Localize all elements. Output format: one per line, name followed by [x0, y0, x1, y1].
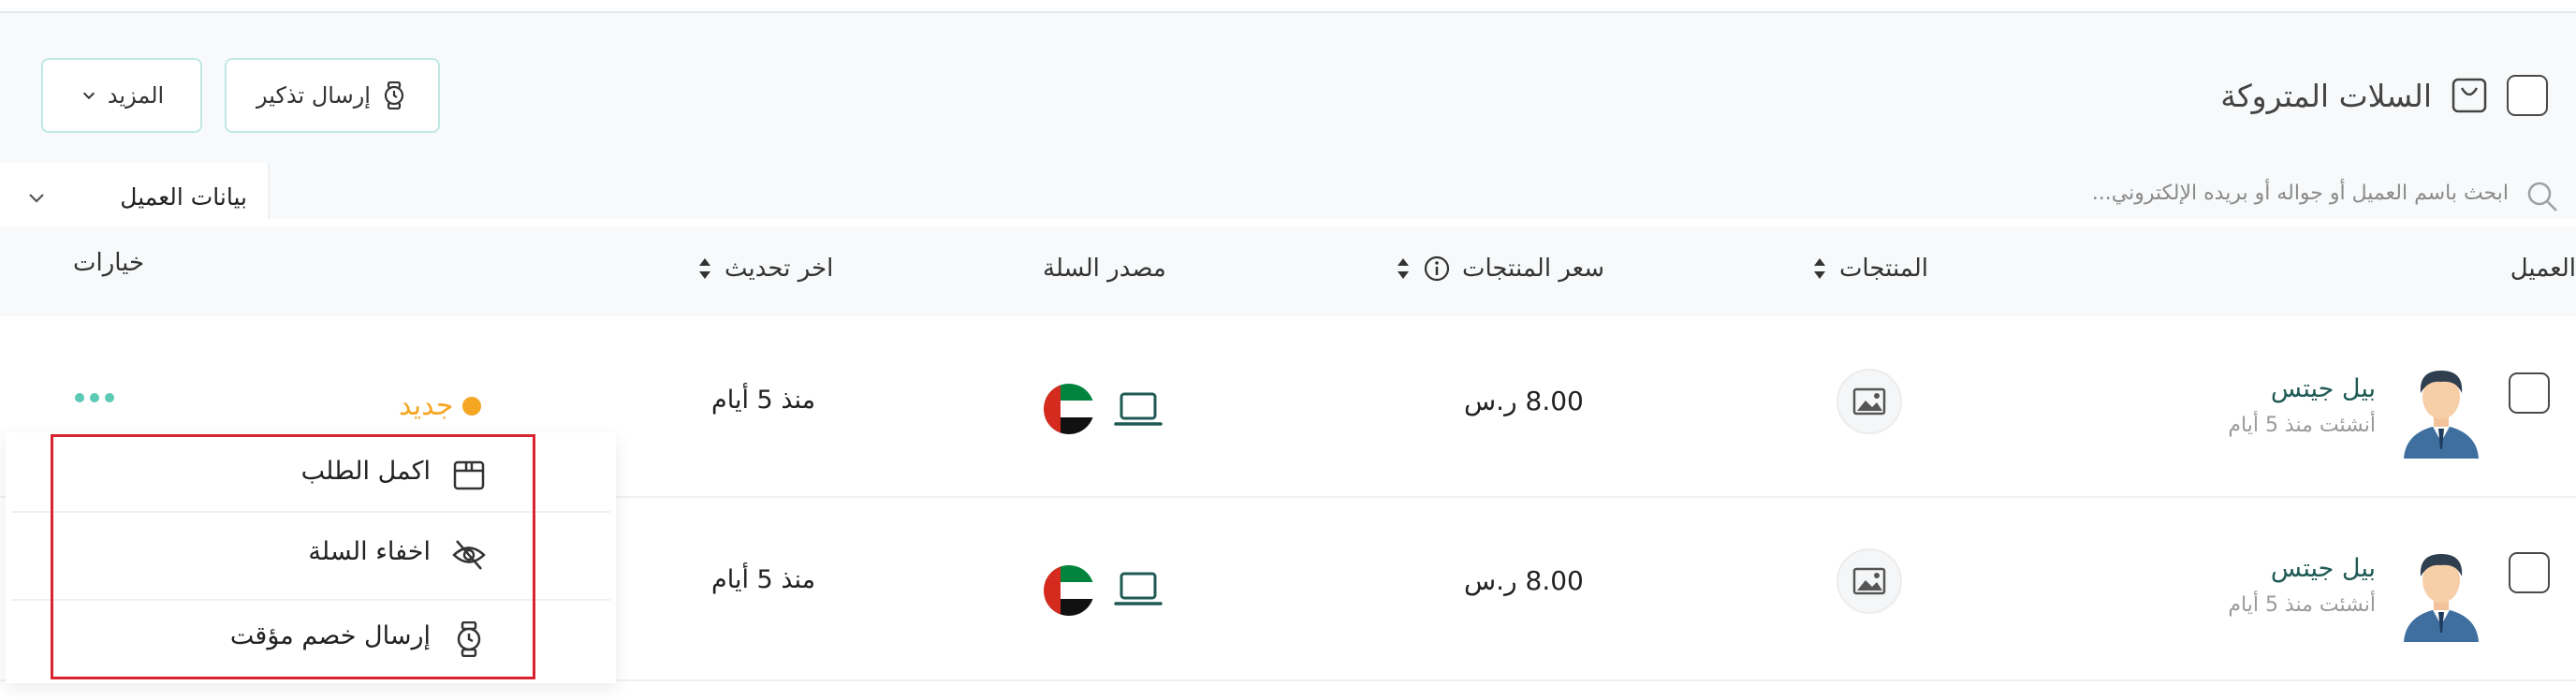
- send-reminder-button[interactable]: إرسال تذكير: [225, 58, 440, 133]
- column-header-price[interactable]: سعر المنتجات: [1395, 255, 1604, 283]
- customer-name[interactable]: بيل جيتس: [2271, 374, 2376, 403]
- select-all-checkbox[interactable]: [2507, 75, 2548, 116]
- column-label: اخر تحديث: [724, 255, 834, 283]
- filter-select-label: بيانات العميل: [120, 182, 247, 211]
- search-input[interactable]: ابحث باسم العميل أو جواله أو بريده الإلك…: [2092, 182, 2509, 205]
- shopping-bag-icon: [2452, 78, 2487, 113]
- column-label: سعر المنتجات: [1462, 255, 1604, 283]
- laptop-icon: [1114, 572, 1163, 605]
- table-header: العميل المنتجات سعر المنتجات مصدر السلة …: [0, 226, 2576, 316]
- status-label: جديد: [399, 389, 454, 422]
- product-thumbnail[interactable]: [1837, 369, 1902, 434]
- laptop-icon: [1114, 392, 1163, 426]
- status-badge: جديد: [399, 389, 482, 422]
- page-title: السلات المتروكة: [2220, 77, 2432, 114]
- chevron-down-icon: [29, 194, 44, 203]
- sort-icon[interactable]: [696, 255, 713, 283]
- status-dot: [462, 396, 482, 416]
- chevron-down-icon: [82, 92, 95, 100]
- uae-flag-icon: [1044, 384, 1094, 434]
- customer-avatar: [2404, 371, 2479, 459]
- uae-flag-icon: [1044, 565, 1094, 616]
- column-header-customer: العميل: [2510, 255, 2576, 283]
- column-label: مصدر السلة: [1043, 255, 1166, 283]
- row-checkbox[interactable]: [2509, 372, 2550, 414]
- image-icon: [1852, 387, 1886, 416]
- column-header-updated[interactable]: اخر تحديث: [696, 255, 833, 283]
- sort-icon[interactable]: [1395, 255, 1412, 283]
- cart-price: 8.00 ر.س: [1464, 565, 1584, 596]
- product-thumbnail[interactable]: [1837, 548, 1902, 614]
- column-label: المنتجات: [1838, 255, 1928, 283]
- column-label: العميل: [2510, 255, 2576, 283]
- search-icon: [2527, 182, 2557, 211]
- stopwatch-icon: [384, 81, 404, 109]
- row-checkbox[interactable]: [2509, 552, 2550, 593]
- info-icon[interactable]: [1423, 255, 1451, 283]
- cart-price: 8.00 ر.س: [1464, 386, 1584, 416]
- last-updated: منذ 5 أيام: [711, 565, 816, 594]
- cart-created-time: أنشئت منذ 5 أيام: [2228, 414, 2376, 437]
- last-updated: منذ 5 أيام: [711, 386, 816, 415]
- row-options-button[interactable]: [75, 393, 114, 402]
- title-group: السلات المتروكة: [2220, 71, 2548, 120]
- top-border: [0, 0, 2576, 13]
- more-button-label: المزيد: [107, 82, 165, 109]
- sort-icon[interactable]: [1811, 255, 1828, 283]
- customer-name[interactable]: بيل جيتس: [2271, 554, 2376, 583]
- column-label: خيارات: [73, 249, 145, 277]
- highlight-outline: [51, 434, 535, 679]
- page-header: السلات المتروكة المزيد إرسال تذكير ابحث …: [0, 13, 2576, 230]
- cart-created-time: أنشئت منذ 5 أيام: [2228, 593, 2376, 617]
- column-header-options: خيارات: [73, 249, 144, 277]
- more-button[interactable]: المزيد: [41, 58, 202, 133]
- column-header-source: مصدر السلة: [1043, 255, 1166, 283]
- send-reminder-label: إرسال تذكير: [256, 82, 371, 109]
- column-header-products[interactable]: المنتجات: [1811, 255, 1928, 283]
- image-icon: [1852, 567, 1886, 595]
- customer-avatar: [2404, 554, 2479, 642]
